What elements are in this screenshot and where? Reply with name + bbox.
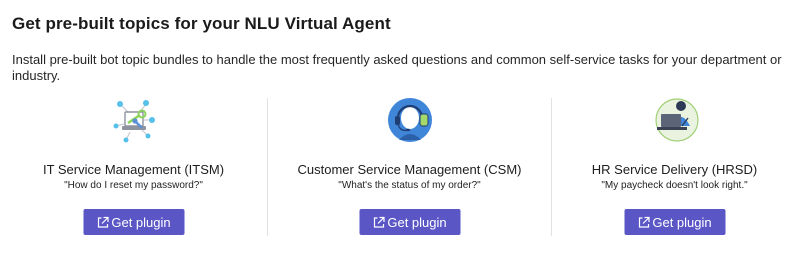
card-title: HR Service Delivery (HRSD) [591, 162, 758, 177]
get-plugin-button-csm[interactable]: Get plugin [359, 209, 460, 235]
card-quote: "My paycheck doesn't look right." [601, 180, 748, 191]
get-plugin-button-itsm[interactable]: Get plugin [83, 209, 184, 235]
card-hrsd: HR Service Delivery (HRSD) "My paycheck … [552, 96, 797, 241]
it-network-icon [106, 96, 162, 144]
button-label: Get plugin [387, 214, 447, 230]
card-quote: "How do I reset my password?" [64, 180, 203, 191]
card-quote: "What's the status of my order?" [338, 180, 481, 191]
external-link-icon [372, 216, 385, 229]
page-title: Get pre-built topics for your NLU Virtua… [12, 14, 391, 33]
card-title: IT Service Management (ITSM) [42, 162, 225, 177]
card-itsm: IT Service Management (ITSM) "How do I r… [0, 96, 267, 241]
card-title: Customer Service Management (CSM) [297, 162, 522, 177]
button-label: Get plugin [652, 214, 712, 230]
headset-agent-icon [382, 96, 438, 144]
hr-person-laptop-icon [647, 96, 703, 144]
external-link-icon [96, 216, 109, 229]
external-link-icon [637, 216, 650, 229]
card-csm: Customer Service Management (CSM) "What'… [268, 96, 551, 241]
page-description: Install pre-built bot topic bundles to h… [12, 52, 782, 83]
plugin-cards: IT Service Management (ITSM) "How do I r… [0, 96, 797, 241]
button-label: Get plugin [111, 214, 171, 230]
get-plugin-button-hrsd[interactable]: Get plugin [624, 209, 725, 235]
